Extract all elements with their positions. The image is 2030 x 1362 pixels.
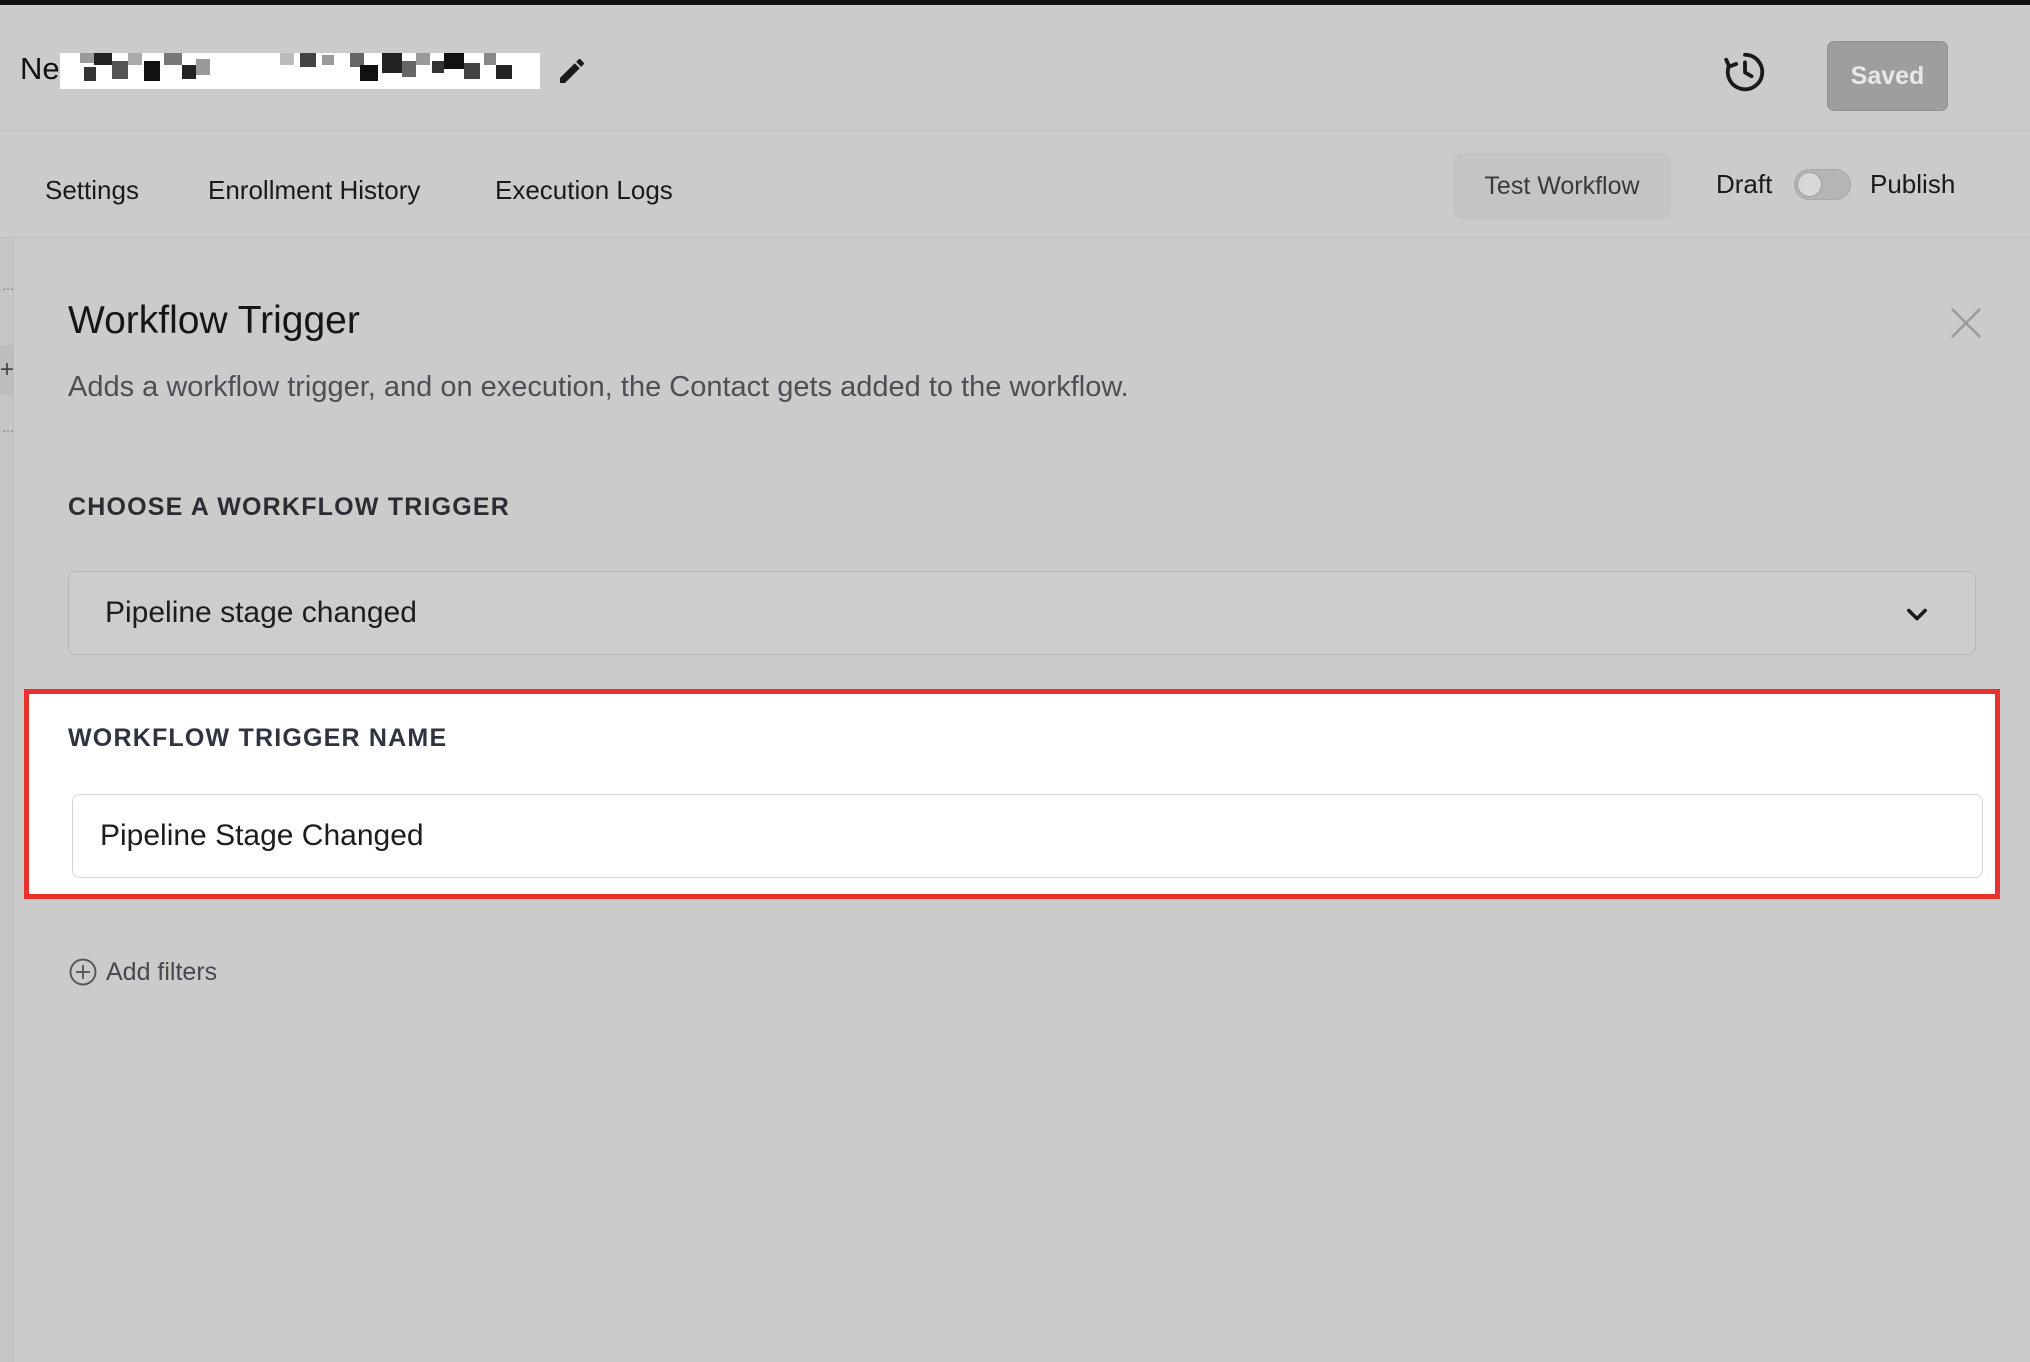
panel-description: Adds a workflow trigger, and on executio…	[68, 371, 1129, 403]
workflow-header: Ne Saved	[0, 5, 2030, 129]
workflow-tab-bar: Settings Enrollment History Execution Lo…	[0, 130, 2030, 238]
selected-trigger-value: Pipeline stage changed	[105, 596, 417, 629]
trigger-name-label: WORKFLOW TRIGGER NAME	[68, 724, 448, 752]
choose-trigger-label: CHOOSE A WORKFLOW TRIGGER	[68, 493, 511, 521]
history-icon[interactable]	[1722, 49, 1768, 95]
workflow-name[interactable]: Ne	[20, 51, 60, 87]
draft-label: Draft	[1716, 169, 1773, 199]
publish-label: Publish	[1870, 169, 1956, 199]
plus-circle-icon	[69, 958, 97, 986]
redacted-workflow-name	[60, 53, 540, 89]
chevron-down-icon	[1907, 608, 1927, 621]
tab-settings[interactable]: Settings	[45, 175, 139, 206]
add-filters-label: Add filters	[106, 957, 218, 986]
tab-execution-logs[interactable]: Execution Logs	[495, 175, 673, 206]
tab-enrollment-history[interactable]: Enrollment History	[208, 175, 420, 206]
close-icon[interactable]	[1948, 305, 1984, 341]
trigger-name-section: WORKFLOW TRIGGER NAME	[24, 689, 2000, 899]
trigger-name-input[interactable]	[72, 794, 1983, 878]
panel-title: Workflow Trigger	[68, 299, 360, 342]
test-workflow-button[interactable]: Test Workflow	[1453, 153, 1671, 219]
publish-toggle[interactable]	[1794, 169, 1851, 200]
add-step-plus-icon[interactable]: +	[0, 345, 14, 395]
toggle-knob	[1797, 172, 1822, 197]
add-filters-button[interactable]: Add filters	[68, 957, 217, 987]
trigger-select[interactable]: Pipeline stage changed	[68, 571, 1976, 655]
pencil-icon[interactable]	[556, 55, 588, 87]
builder-canvas-edge: ⋯ + ⋯	[0, 238, 14, 1362]
saved-button[interactable]: Saved	[1827, 41, 1948, 111]
